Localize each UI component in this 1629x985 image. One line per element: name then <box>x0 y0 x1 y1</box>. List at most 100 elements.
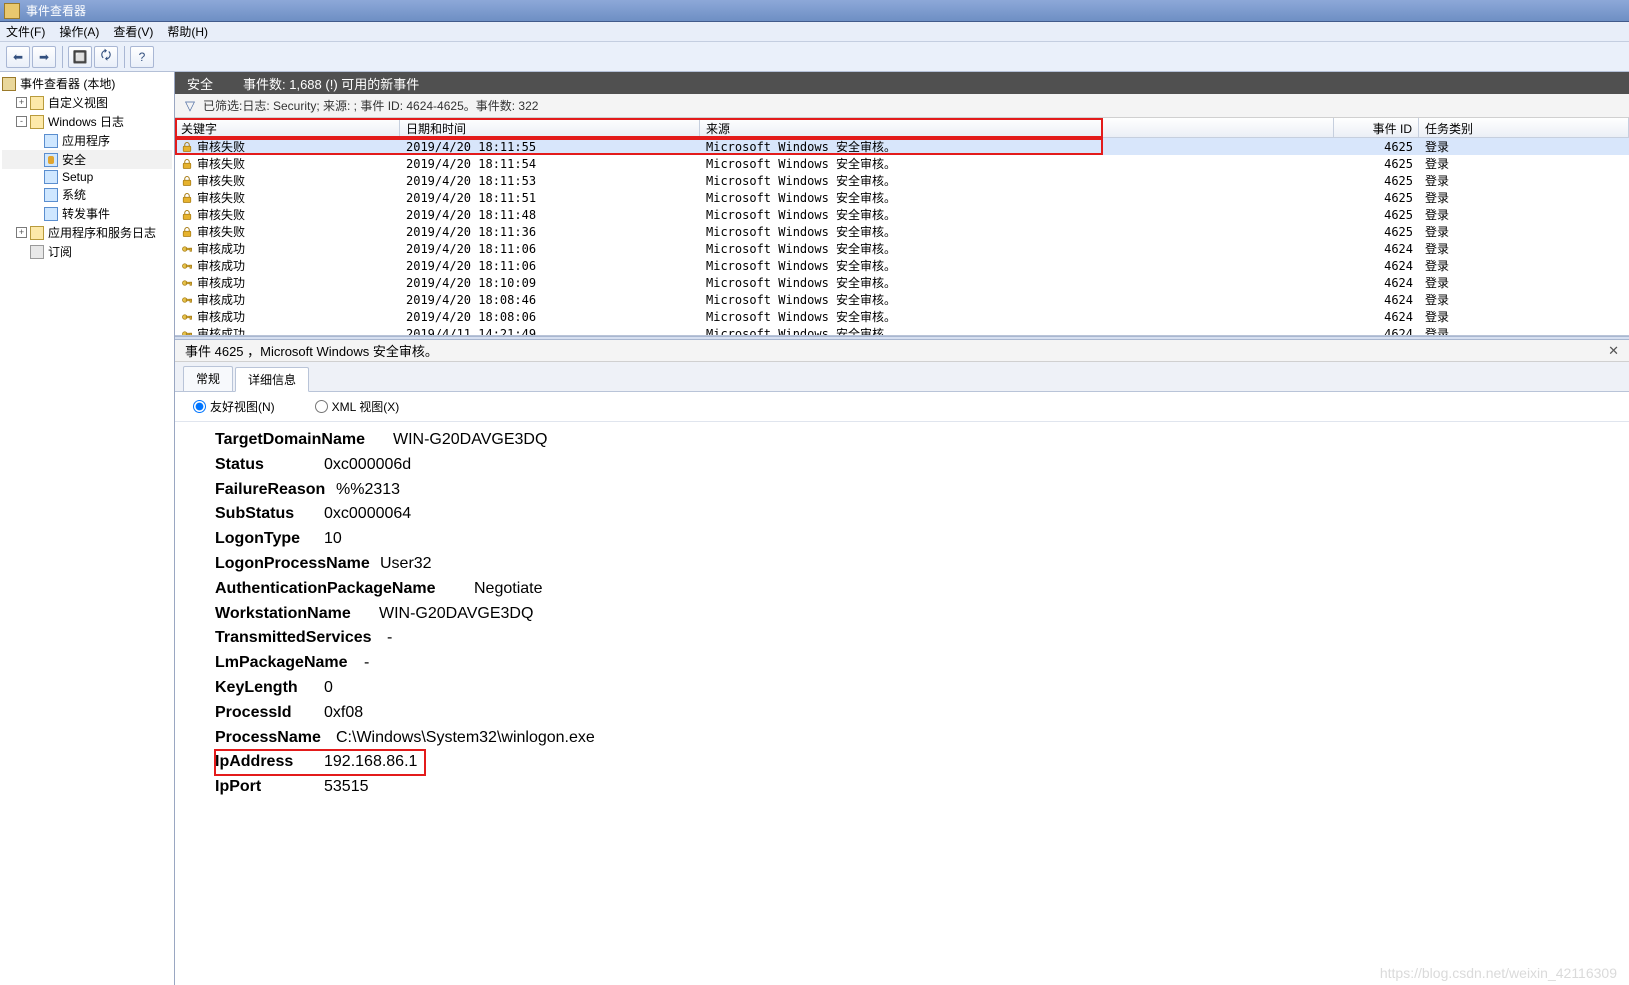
col-datetime[interactable]: 日期和时间 <box>400 118 700 137</box>
col-task[interactable]: 任务类别 <box>1419 118 1629 137</box>
detail-field-value: 0 <box>324 676 333 701</box>
expand-icon[interactable]: + <box>16 227 27 238</box>
tree-application[interactable]: 应用程序 <box>2 131 172 150</box>
detail-field-value: 0xc0000064 <box>324 502 411 527</box>
radio-friendly-input[interactable] <box>193 400 206 413</box>
tree-custom-views[interactable]: + 自定义视图 <box>2 93 172 112</box>
row-datetime: 2019/4/20 18:11:36 <box>400 225 700 239</box>
tree-windows-logs[interactable]: - Windows 日志 <box>2 112 172 131</box>
key-icon <box>181 243 193 255</box>
tree-forwarded-label: 转发事件 <box>62 205 110 222</box>
table-row[interactable]: 审核成功2019/4/20 18:10:09Microsoft Windows … <box>175 274 1629 291</box>
detail-field: LmPackageName- <box>215 651 1603 676</box>
key-icon <box>181 294 193 306</box>
detail-field: LogonType10 <box>215 527 1603 552</box>
expand-icon[interactable]: + <box>16 97 27 108</box>
table-row[interactable]: 审核成功2019/4/11 14:21:49Microsoft Windows … <box>175 325 1629 335</box>
detail-field: Status0xc000006d <box>215 453 1603 478</box>
detail-field-key: ProcessName <box>215 726 334 751</box>
menu-file[interactable]: 文件(F) <box>6 23 45 40</box>
detail-field: TransmittedServices- <box>215 626 1603 651</box>
log-icon <box>44 134 58 148</box>
tab-details[interactable]: 详细信息 <box>235 367 309 392</box>
help-button[interactable]: ? <box>130 46 154 68</box>
detail-field-value: - <box>387 626 392 651</box>
table-row[interactable]: 审核失败2019/4/20 18:11:55Microsoft Windows … <box>175 138 1629 155</box>
lock-icon <box>181 192 193 204</box>
content-header: 安全 事件数: 1,688 (!) 可用的新事件 <box>175 72 1629 94</box>
tree-custom-label: 自定义视图 <box>48 94 108 111</box>
collapse-icon[interactable]: - <box>16 116 27 127</box>
app-icon <box>4 3 20 19</box>
row-keyword: 审核成功 <box>197 240 245 257</box>
radio-xml-view[interactable]: XML 视图(X) <box>315 398 400 415</box>
row-task: 登录 <box>1419 240 1629 257</box>
detail-field-key: IpPort <box>215 775 322 800</box>
tree-root-label: 事件查看器 (本地) <box>20 75 115 92</box>
content-count: 事件数: 1,688 (!) 可用的新事件 <box>243 74 419 93</box>
row-task: 登录 <box>1419 138 1629 155</box>
detail-field-value: 0xf08 <box>324 701 363 726</box>
lock-icon <box>181 226 193 238</box>
table-row[interactable]: 审核失败2019/4/20 18:11:54Microsoft Windows … <box>175 155 1629 172</box>
row-source: Microsoft Windows 安全审核。 <box>700 257 1334 274</box>
tree-appsvc-label: 应用程序和服务日志 <box>48 224 156 241</box>
table-row[interactable]: 审核成功2019/4/20 18:08:06Microsoft Windows … <box>175 308 1629 325</box>
table-row[interactable]: 审核失败2019/4/20 18:11:48Microsoft Windows … <box>175 206 1629 223</box>
row-source: Microsoft Windows 安全审核。 <box>700 172 1334 189</box>
detail-field-key: FailureReason <box>215 478 334 503</box>
detail-field: WorkstationNameWIN-G20DAVGE3DQ <box>215 602 1603 627</box>
tree-app-label: 应用程序 <box>62 132 110 149</box>
detail-field-key: TransmittedServices <box>215 626 385 651</box>
table-row[interactable]: 审核成功2019/4/20 18:11:06Microsoft Windows … <box>175 257 1629 274</box>
radio-friendly-view[interactable]: 友好视图(N) <box>193 398 275 415</box>
table-row[interactable]: 审核失败2019/4/20 18:11:36Microsoft Windows … <box>175 223 1629 240</box>
detail-body[interactable]: TargetDomainNameWIN-G20DAVGE3DQStatus0xc… <box>175 422 1629 985</box>
sidebar: 事件查看器 (本地) + 自定义视图 - Windows 日志 应用程序 安全 <box>0 72 175 985</box>
row-source: Microsoft Windows 安全审核。 <box>700 206 1334 223</box>
row-datetime: 2019/4/20 18:11:51 <box>400 191 700 205</box>
tree-root[interactable]: 事件查看器 (本地) <box>2 74 172 93</box>
tree-security[interactable]: 安全 <box>2 150 172 169</box>
refresh-button[interactable]: 🗘 <box>94 46 118 68</box>
row-task: 登录 <box>1419 155 1629 172</box>
col-keyword[interactable]: 关键字 <box>175 118 400 137</box>
row-task: 登录 <box>1419 189 1629 206</box>
subscription-icon <box>30 245 44 259</box>
tree-setup[interactable]: Setup <box>2 169 172 185</box>
table-row[interactable]: 审核成功2019/4/20 18:11:06Microsoft Windows … <box>175 240 1629 257</box>
table-row[interactable]: 审核失败2019/4/20 18:11:53Microsoft Windows … <box>175 172 1629 189</box>
pane-button[interactable]: 🔲 <box>68 46 92 68</box>
menu-view[interactable]: 查看(V) <box>113 23 153 40</box>
close-detail-icon[interactable]: ✕ <box>1608 343 1619 359</box>
tree-setup-label: Setup <box>62 170 93 184</box>
content-title: 安全 <box>187 74 213 93</box>
grid-body[interactable]: 审核失败2019/4/20 18:11:55Microsoft Windows … <box>175 138 1629 335</box>
col-eventid[interactable]: 事件 ID <box>1334 118 1419 137</box>
col-source[interactable]: 来源 <box>700 118 1334 137</box>
detail-field-value: C:\Windows\System32\winlogon.exe <box>336 726 595 751</box>
tab-general[interactable]: 常规 <box>183 366 233 391</box>
row-source: Microsoft Windows 安全审核。 <box>700 138 1334 155</box>
tree-system[interactable]: 系统 <box>2 185 172 204</box>
row-eventid: 4625 <box>1334 174 1419 188</box>
detail-field-value: 0xc000006d <box>324 453 411 478</box>
forward-button[interactable]: ➡ <box>32 46 56 68</box>
toolbar-sep <box>124 46 126 68</box>
table-row[interactable]: 审核成功2019/4/20 18:08:46Microsoft Windows … <box>175 291 1629 308</box>
radio-xml-input[interactable] <box>315 400 328 413</box>
main-area: 事件查看器 (本地) + 自定义视图 - Windows 日志 应用程序 安全 <box>0 72 1629 985</box>
lock-icon <box>181 141 193 153</box>
row-keyword: 审核失败 <box>197 189 245 206</box>
tree-app-services[interactable]: + 应用程序和服务日志 <box>2 223 172 242</box>
row-task: 登录 <box>1419 274 1629 291</box>
menu-action[interactable]: 操作(A) <box>59 23 99 40</box>
back-button[interactable]: ⬅ <box>6 46 30 68</box>
tree-forwarded[interactable]: 转发事件 <box>2 204 172 223</box>
log-icon <box>44 207 58 221</box>
row-source: Microsoft Windows 安全审核。 <box>700 223 1334 240</box>
table-row[interactable]: 审核失败2019/4/20 18:11:51Microsoft Windows … <box>175 189 1629 206</box>
detail-field-value: WIN-G20DAVGE3DQ <box>393 428 547 453</box>
tree-subscriptions[interactable]: 订阅 <box>2 242 172 261</box>
menu-help[interactable]: 帮助(H) <box>167 23 208 40</box>
